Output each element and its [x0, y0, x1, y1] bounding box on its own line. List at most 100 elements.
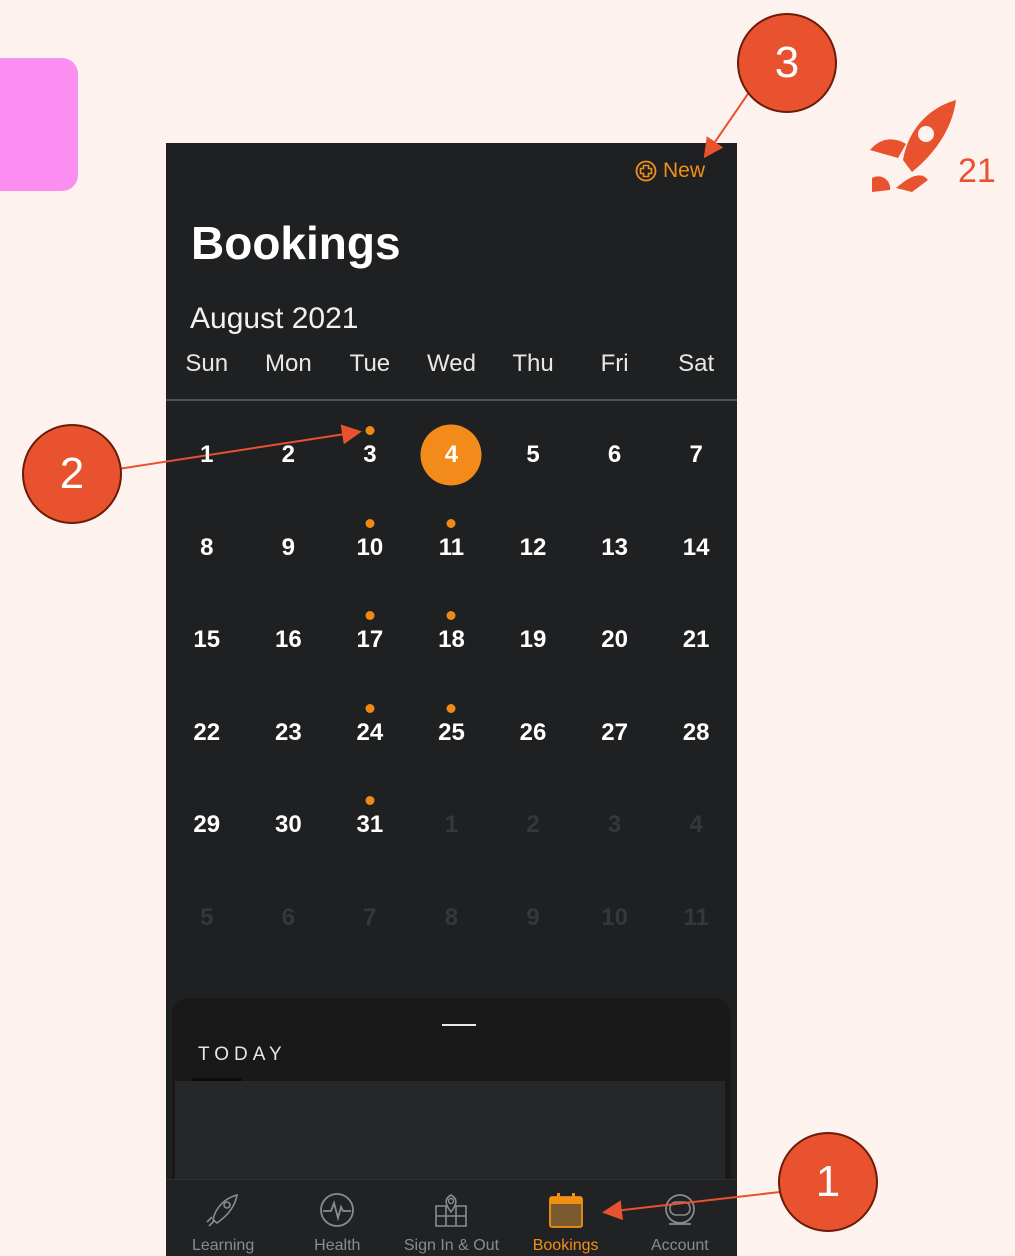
day-number: 2 — [526, 811, 540, 839]
day-number: 3 — [363, 441, 377, 469]
calendar-day[interactable]: 13 — [574, 502, 656, 595]
calendar-day-outside-month: 4 — [655, 779, 737, 872]
weekday-label: Fri — [600, 350, 629, 377]
new-booking-button[interactable]: New — [635, 159, 705, 183]
tab-account[interactable]: Account — [623, 1180, 737, 1256]
heartbeat-icon — [320, 1193, 355, 1227]
day-number: 11 — [438, 533, 465, 561]
calendar-day[interactable]: 8 — [166, 502, 248, 595]
calendar-day[interactable]: 10 — [329, 502, 411, 595]
calendar-day[interactable]: 21 — [655, 594, 737, 687]
calendar-divider — [166, 399, 737, 401]
phone-screen: New Bookings August 2021 Sun Mon Tue Wed… — [166, 143, 737, 1256]
calendar-day[interactable]: 5 — [492, 409, 574, 502]
calendar-day[interactable]: 18 — [411, 594, 493, 687]
day-number: 7 — [689, 441, 703, 469]
day-number: 5 — [200, 903, 214, 931]
calendar-day[interactable]: 24 — [329, 687, 411, 780]
calendar-day[interactable]: 2 — [248, 409, 330, 502]
calendar-day[interactable]: 6 — [574, 409, 656, 502]
weekday-label: Sun — [185, 350, 229, 377]
calendar-day-outside-month: 6 — [248, 872, 330, 965]
calendar-week: 22 23 24 25 26 27 28 — [166, 687, 737, 780]
tab-learning[interactable]: Learning — [166, 1180, 280, 1256]
calendar-day[interactable]: 27 — [574, 687, 656, 780]
day-number: 13 — [601, 533, 628, 561]
calendar-week: 5 6 7 8 9 10 11 — [166, 872, 737, 965]
day-number: 25 — [438, 718, 465, 746]
pink-side-tab — [0, 58, 78, 191]
brand-logo: 21 — [868, 100, 1008, 192]
calendar-day[interactable]: 3 — [329, 409, 411, 502]
tab-health[interactable]: Health — [280, 1180, 394, 1256]
rocket-icon — [206, 1193, 239, 1227]
astronaut-helmet-icon — [664, 1194, 695, 1225]
weekday-label: Mon — [265, 350, 312, 377]
calendar-day-outside-month: 5 — [166, 872, 248, 965]
map-pin-icon — [435, 1194, 468, 1227]
calendar-day[interactable]: 17 — [329, 594, 411, 687]
tab-label: Health — [314, 1237, 361, 1254]
day-number: 9 — [281, 533, 296, 561]
calendar-day[interactable]: 9 — [248, 502, 330, 595]
calendar-day-today[interactable]: 4 — [411, 409, 493, 502]
calendar-day-outside-month: 2 — [492, 779, 574, 872]
day-number: 23 — [274, 718, 302, 746]
day-number: 31 — [356, 811, 384, 839]
weekday-label: Wed — [427, 350, 476, 377]
today-section-label: TODAY — [198, 1044, 287, 1065]
day-number: 29 — [193, 811, 221, 839]
day-number: 10 — [601, 903, 628, 931]
calendar-day[interactable]: 7 — [655, 409, 737, 502]
tab-bar: Learning Health Sign In & Out Bookings A… — [166, 1179, 737, 1256]
day-number: 1 — [444, 811, 459, 839]
day-number: 28 — [682, 718, 710, 746]
calendar-day[interactable]: 29 — [166, 779, 248, 872]
month-label: August 2021 — [190, 302, 359, 335]
day-number: 2 — [281, 441, 296, 469]
calendar-day[interactable]: 14 — [655, 502, 737, 595]
day-number: 7 — [363, 903, 377, 931]
booking-card[interactable] — [175, 1081, 725, 1188]
day-number: 22 — [193, 718, 221, 746]
calendar-day[interactable]: 11 — [411, 502, 493, 595]
calendar-day[interactable]: 19 — [492, 594, 574, 687]
tab-sign-in-out[interactable]: Sign In & Out — [394, 1180, 508, 1256]
day-number: 11 — [683, 903, 709, 931]
calendar-day-outside-month: 11 — [655, 872, 737, 965]
day-number: 20 — [601, 626, 628, 654]
day-number: 4 — [444, 441, 459, 469]
calendar-day[interactable]: 12 — [492, 502, 574, 595]
calendar-day[interactable]: 28 — [655, 687, 737, 780]
calendar-day[interactable]: 16 — [248, 594, 330, 687]
day-number: 10 — [356, 533, 384, 561]
calendar-day[interactable]: 20 — [574, 594, 656, 687]
day-number: 5 — [526, 441, 540, 469]
calendar-day[interactable]: 26 — [492, 687, 574, 780]
calendar-day[interactable]: 31 — [329, 779, 411, 872]
day-number: 6 — [607, 441, 622, 469]
day-number: 21 — [682, 626, 710, 654]
calendar-week: 1 2 3 4 5 6 7 — [166, 409, 737, 502]
calendar-day-outside-month: 7 — [329, 872, 411, 965]
sheet-handle[interactable] — [442, 1024, 476, 1026]
calendar-day[interactable]: 1 — [166, 409, 248, 502]
tab-bookings[interactable]: Bookings — [509, 1180, 623, 1256]
calendar-day[interactable]: 30 — [248, 779, 330, 872]
bottom-sheet[interactable]: TODAY — [172, 998, 731, 1188]
rocket-logo-icon — [870, 100, 956, 192]
calendar-day[interactable]: 15 — [166, 594, 248, 687]
day-number: 27 — [601, 718, 628, 746]
calendar-day[interactable]: 25 — [411, 687, 493, 780]
calendar-day[interactable]: 23 — [248, 687, 330, 780]
weekday-header: Sun Mon Tue Wed Thu Fri Sat — [166, 350, 737, 390]
tab-label: Sign In & Out — [403, 1237, 500, 1254]
day-number: 12 — [519, 533, 547, 561]
day-number: 19 — [519, 626, 547, 654]
tab-label: Account — [650, 1237, 709, 1254]
brand-number: 21 — [958, 152, 996, 190]
calendar-day-outside-month: 3 — [574, 779, 656, 872]
calendar-day[interactable]: 22 — [166, 687, 248, 780]
calendar-day-outside-month: 10 — [574, 872, 656, 965]
day-number: 8 — [444, 903, 459, 931]
